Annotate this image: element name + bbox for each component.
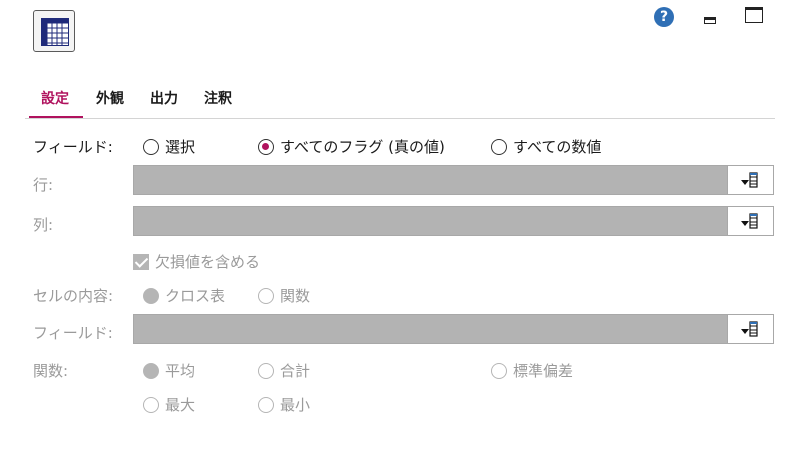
radio-icon: [143, 138, 159, 155]
field-mode-all-flags-radio[interactable]: すべてのフラグ (真の値): [258, 136, 445, 157]
rows-label: 行:: [33, 176, 54, 194]
radio-label: 関数: [280, 287, 311, 305]
columns-label: 列:: [33, 216, 54, 234]
tab-annotations[interactable]: 注釈: [191, 82, 245, 118]
function-min-radio: 最小: [258, 394, 310, 415]
function-sum-radio: 合計: [258, 360, 310, 381]
function-label: 関数:: [33, 362, 69, 380]
table-grid-icon: [33, 10, 75, 52]
checkbox-checked-icon: [133, 253, 149, 270]
tab-settings[interactable]: 設定: [29, 82, 83, 118]
radio-icon: [258, 396, 274, 413]
radio-label: すべての数値: [513, 138, 602, 156]
include-missing-checkbox: 欠損値を含める: [133, 251, 260, 272]
radio-label: 最大: [165, 396, 196, 414]
columns-field-picker-button: [727, 207, 773, 235]
radio-label: すべてのフラグ (真の値): [280, 138, 445, 156]
field-mode-label: フィールド:: [33, 138, 113, 156]
help-icon[interactable]: ?: [654, 7, 674, 27]
minimize-icon[interactable]: [703, 14, 716, 24]
function-mean-radio: 平均: [143, 360, 195, 381]
radio-label: 平均: [165, 362, 196, 380]
field-picker-icon: [741, 172, 758, 188]
radio-selected-icon: [258, 138, 274, 155]
radio-icon: [491, 362, 507, 379]
tab-divider: [25, 118, 775, 119]
function-max-radio: 最大: [143, 394, 195, 415]
rows-field-picker-button: [727, 166, 773, 194]
function-field: [133, 314, 774, 344]
field-mode-select-radio[interactable]: 選択: [143, 136, 195, 157]
cell-contents-function-radio: 関数: [258, 285, 310, 306]
function-stddev-radio: 標準偏差: [491, 360, 573, 381]
radio-label: 選択: [165, 138, 196, 156]
columns-field: [133, 206, 774, 236]
field-mode-all-numeric-radio[interactable]: すべての数値: [491, 136, 601, 157]
radio-label: クロス表: [165, 287, 226, 305]
radio-icon: [258, 287, 274, 304]
tab-output[interactable]: 出力: [137, 82, 191, 118]
field-picker-icon: [741, 213, 758, 229]
function-field-picker-button: [727, 315, 773, 343]
field-picker-icon: [741, 321, 758, 337]
radio-label: 合計: [280, 362, 311, 380]
include-missing-label: 欠損値を含める: [155, 253, 261, 271]
radio-label: 標準偏差: [513, 362, 574, 380]
radio-selected-icon: [143, 362, 159, 379]
radio-label: 最小: [280, 396, 311, 414]
function-field-label: フィールド:: [33, 324, 113, 342]
tab-appearance[interactable]: 外観: [83, 82, 137, 118]
maximize-icon[interactable]: [745, 7, 763, 23]
radio-icon: [491, 138, 507, 155]
radio-icon: [258, 362, 274, 379]
cell-contents-label: セルの内容:: [33, 287, 114, 305]
radio-selected-icon: [143, 287, 159, 304]
cell-contents-crosstab-radio: クロス表: [143, 285, 225, 306]
tab-bar: 設定 外観 出力 注釈: [29, 82, 245, 118]
rows-field: [133, 165, 774, 195]
radio-icon: [143, 396, 159, 413]
